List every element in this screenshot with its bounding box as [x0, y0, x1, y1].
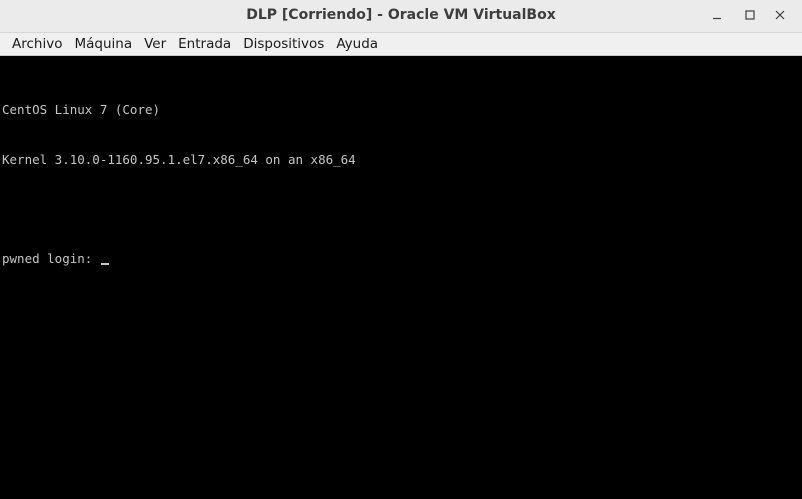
minimize-button[interactable] [705, 4, 729, 26]
console-line-kernel: Kernel 3.10.0-1160.95.1.el7.x86_64 on an… [2, 151, 356, 167]
console-line-os: CentOS Linux 7 (Core) [2, 102, 161, 117]
menu-entrada[interactable]: Entrada [172, 33, 237, 55]
maximize-button[interactable] [738, 4, 762, 26]
text-cursor [100, 262, 109, 265]
login-prompt: pwned login: [2, 250, 100, 266]
maximize-icon [745, 10, 755, 20]
close-button[interactable] [768, 4, 792, 26]
minimize-icon [713, 17, 721, 20]
menu-ayuda[interactable]: Ayuda [330, 33, 384, 55]
virtualbox-window: DLP [Corriendo] - Oracle VM VirtualBox A… [0, 0, 802, 499]
menu-dispositivos[interactable]: Dispositivos [237, 33, 330, 55]
vm-screen[interactable]: CentOS Linux 7 (Core) Kernel 3.10.0-1160… [0, 56, 802, 499]
menu-bar: Archivo Máquina Ver Entrada Dispositivos… [0, 33, 802, 56]
menu-archivo[interactable]: Archivo [6, 33, 68, 55]
window-title: DLP [Corriendo] - Oracle VM VirtualBox [246, 7, 556, 23]
console-output: CentOS Linux 7 (Core) Kernel 3.10.0-1160… [2, 69, 356, 300]
menu-ver[interactable]: Ver [138, 33, 172, 55]
title-bar[interactable]: DLP [Corriendo] - Oracle VM VirtualBox [0, 0, 802, 33]
close-icon [775, 10, 785, 20]
console-line-login[interactable]: pwned login: [2, 251, 356, 268]
menu-maquina[interactable]: Máquina [68, 33, 138, 55]
console-line-blank [2, 201, 356, 218]
